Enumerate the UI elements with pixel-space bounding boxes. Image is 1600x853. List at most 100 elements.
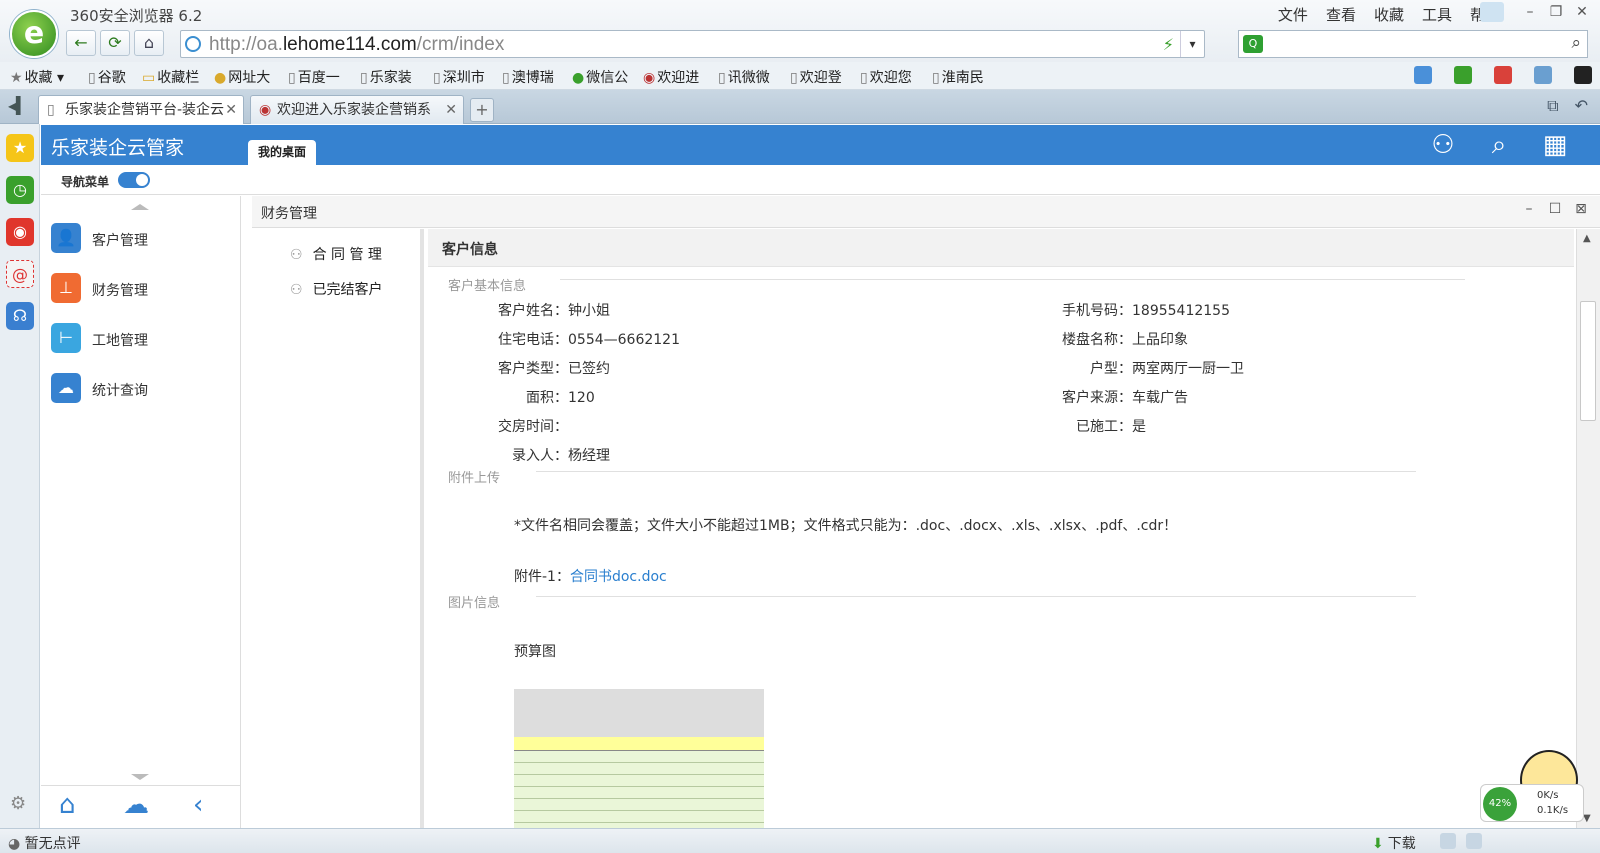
bookmark-item[interactable]: ▯ 百度一: [288, 67, 340, 87]
browser-titlebar: e 360安全浏览器 6.2 文件 查看 收藏 工具 帮助 – ❐ ✕ ← ⟳ …: [0, 0, 1600, 62]
apps-icon[interactable]: [1414, 66, 1432, 84]
home-icon[interactable]: ⌂: [134, 30, 164, 56]
bookmark-item[interactable]: ▯ 淮南民: [932, 67, 984, 87]
sidebar-toggle-icon[interactable]: ◂▍: [8, 96, 28, 115]
close-icon[interactable]: ⊠: [1574, 202, 1588, 216]
menu-view[interactable]: 查看: [1326, 4, 1356, 25]
download-button[interactable]: ⬇ 下载: [1372, 833, 1416, 853]
speed-mode-icon[interactable]: ⚡: [1163, 35, 1174, 54]
ie-icon[interactable]: [1440, 833, 1456, 849]
collapse-icon[interactable]: ‹: [193, 790, 203, 820]
bookmark-item[interactable]: ▭ 收藏栏: [142, 67, 199, 87]
menu-favorites[interactable]: 收藏: [1374, 4, 1404, 25]
minimize-icon[interactable]: –: [1518, 2, 1542, 22]
page-icon: ▯: [88, 70, 96, 86]
undo-close-icon[interactable]: ↶: [1575, 96, 1588, 116]
nav-item-sites[interactable]: ⊢ 工地管理: [51, 323, 231, 355]
history-clock-icon[interactable]: ◷: [6, 176, 34, 204]
close-icon[interactable]: ✕: [1570, 2, 1594, 22]
address-bar[interactable]: http://oa.lehome114.com/crm/index ⚡ ▾: [180, 30, 1205, 58]
refresh-icon[interactable]: ⟳: [100, 30, 130, 56]
search-input[interactable]: Q ⌕: [1238, 30, 1588, 58]
bookmark-item[interactable]: ▯ 乐家装: [360, 67, 412, 87]
content-scrollbar[interactable]: ▲ ▼: [1576, 229, 1600, 828]
nav-item-finance[interactable]: ⊥ 财务管理: [51, 273, 231, 305]
favorites-star-icon[interactable]: ★: [6, 134, 34, 162]
bookmark-item[interactable]: ▯ 欢迎您: [860, 67, 912, 87]
scroll-up-icon[interactable]: ▲: [1583, 233, 1591, 244]
back-icon[interactable]: ←: [66, 30, 96, 56]
download-icon: ⬇: [1372, 836, 1384, 852]
extension-icon[interactable]: [1574, 66, 1592, 84]
tab-crm[interactable]: ▯ 乐家装企营销平台-装企云 ✕: [38, 95, 244, 124]
menu-tools[interactable]: 工具: [1422, 4, 1452, 25]
search-engine-icon[interactable]: Q: [1243, 35, 1263, 53]
chat-icon[interactable]: ☊: [6, 302, 34, 330]
bookmark-favorites[interactable]: ★ 收藏 ▾: [10, 67, 64, 87]
settings-gear-icon[interactable]: ⚙: [10, 793, 26, 814]
detail-title: 客户信息: [442, 242, 498, 258]
subnav-contracts[interactable]: ⚇ 合 同 管 理: [290, 244, 382, 264]
screenshot-icon[interactable]: [1534, 66, 1552, 84]
section-divider: [560, 279, 1465, 280]
extension-icons: [1414, 66, 1592, 84]
finance-icon: ⊥: [51, 273, 81, 303]
weibo-icon[interactable]: ◉: [6, 218, 34, 246]
search-icon[interactable]: ⌕: [1571, 33, 1581, 53]
skin-icon[interactable]: [1480, 2, 1504, 22]
page-icon: ▯: [47, 102, 55, 118]
bookmark-item[interactable]: ▯ 讯微微: [718, 67, 770, 87]
browser-logo-icon: e: [10, 10, 58, 58]
bookmark-item[interactable]: ▯ 深圳市: [433, 67, 485, 87]
translate-icon[interactable]: [1494, 66, 1512, 84]
budget-image-thumbnail[interactable]: [514, 689, 764, 828]
status-icons: [1440, 833, 1482, 849]
tab-close-icon[interactable]: ✕: [225, 96, 237, 124]
page-icon: ▯: [502, 70, 510, 86]
bookmark-item[interactable]: ● 网址大: [214, 67, 270, 87]
scroll-up-icon[interactable]: [131, 204, 149, 210]
status-text[interactable]: ◕ 暂无点评: [8, 833, 81, 853]
mail-icon[interactable]: @: [6, 260, 34, 288]
cloud-icon[interactable]: ☁: [123, 790, 149, 820]
bookmark-item[interactable]: ● 微信公: [572, 67, 628, 87]
bookmark-item[interactable]: ◉ 欢迎进: [643, 67, 699, 87]
window-icon[interactable]: [1466, 833, 1482, 849]
nav-item-label: 工地管理: [92, 333, 148, 349]
nav-menu-toggle[interactable]: [118, 172, 150, 188]
new-tab-icon[interactable]: +: [470, 98, 494, 122]
restore-icon[interactable]: ❐: [1544, 2, 1568, 22]
scroll-down-icon[interactable]: [131, 774, 149, 780]
bookmark-item[interactable]: ▯ 欢迎登: [790, 67, 842, 87]
maximize-icon[interactable]: ☐: [1548, 202, 1562, 216]
nav-item-customers[interactable]: 👤 客户管理: [51, 223, 231, 255]
shield-icon[interactable]: [1454, 66, 1472, 84]
minimize-icon[interactable]: –: [1522, 202, 1536, 216]
section-attachments: 附件上传: [448, 471, 501, 486]
user-icon[interactable]: ⚇: [1428, 130, 1458, 160]
chevron-down-icon[interactable]: ▾: [1180, 31, 1204, 57]
home-icon[interactable]: ⌂: [59, 790, 76, 820]
address-url[interactable]: http://oa.lehome114.com/crm/index: [209, 34, 504, 56]
subnav-finished-customers[interactable]: ⚇ 已完结客户: [290, 279, 383, 299]
header-icons: ⚇ ⌕ ▦: [1428, 130, 1570, 160]
bookmark-item[interactable]: ▯ 谷歌: [88, 67, 126, 87]
tab-close-icon[interactable]: ✕: [445, 96, 457, 124]
nav-item-stats[interactable]: ☁ 统计查询: [51, 373, 231, 405]
field-area: 面积：120: [526, 390, 595, 406]
clock-icon: ◉: [643, 70, 656, 86]
network-speed-widget[interactable]: 42% 0K/s 0.1K/s: [1470, 740, 1590, 828]
menu-file[interactable]: 文件: [1278, 4, 1308, 25]
attachment-link[interactable]: 合同书doc.doc: [570, 569, 667, 585]
bookmark-item[interactable]: ▯ 澳博瑞: [502, 67, 554, 87]
search-icon[interactable]: ⌕: [1484, 130, 1514, 160]
download-speed: 0.1K/s: [1537, 805, 1569, 816]
restore-tab-icon[interactable]: ⧉: [1547, 96, 1558, 116]
field-construction: 已施工：是: [1076, 419, 1146, 435]
tab-label: 欢迎进入乐家装企营销系: [277, 102, 431, 118]
tab-my-desktop[interactable]: 我的桌面: [248, 140, 317, 165]
scrollbar-thumb[interactable]: [1580, 301, 1596, 421]
page-icon: ▯: [288, 70, 296, 86]
apps-grid-icon[interactable]: ▦: [1540, 130, 1570, 160]
tab-welcome[interactable]: ◉ 欢迎进入乐家装企营销系 ✕: [250, 95, 464, 124]
